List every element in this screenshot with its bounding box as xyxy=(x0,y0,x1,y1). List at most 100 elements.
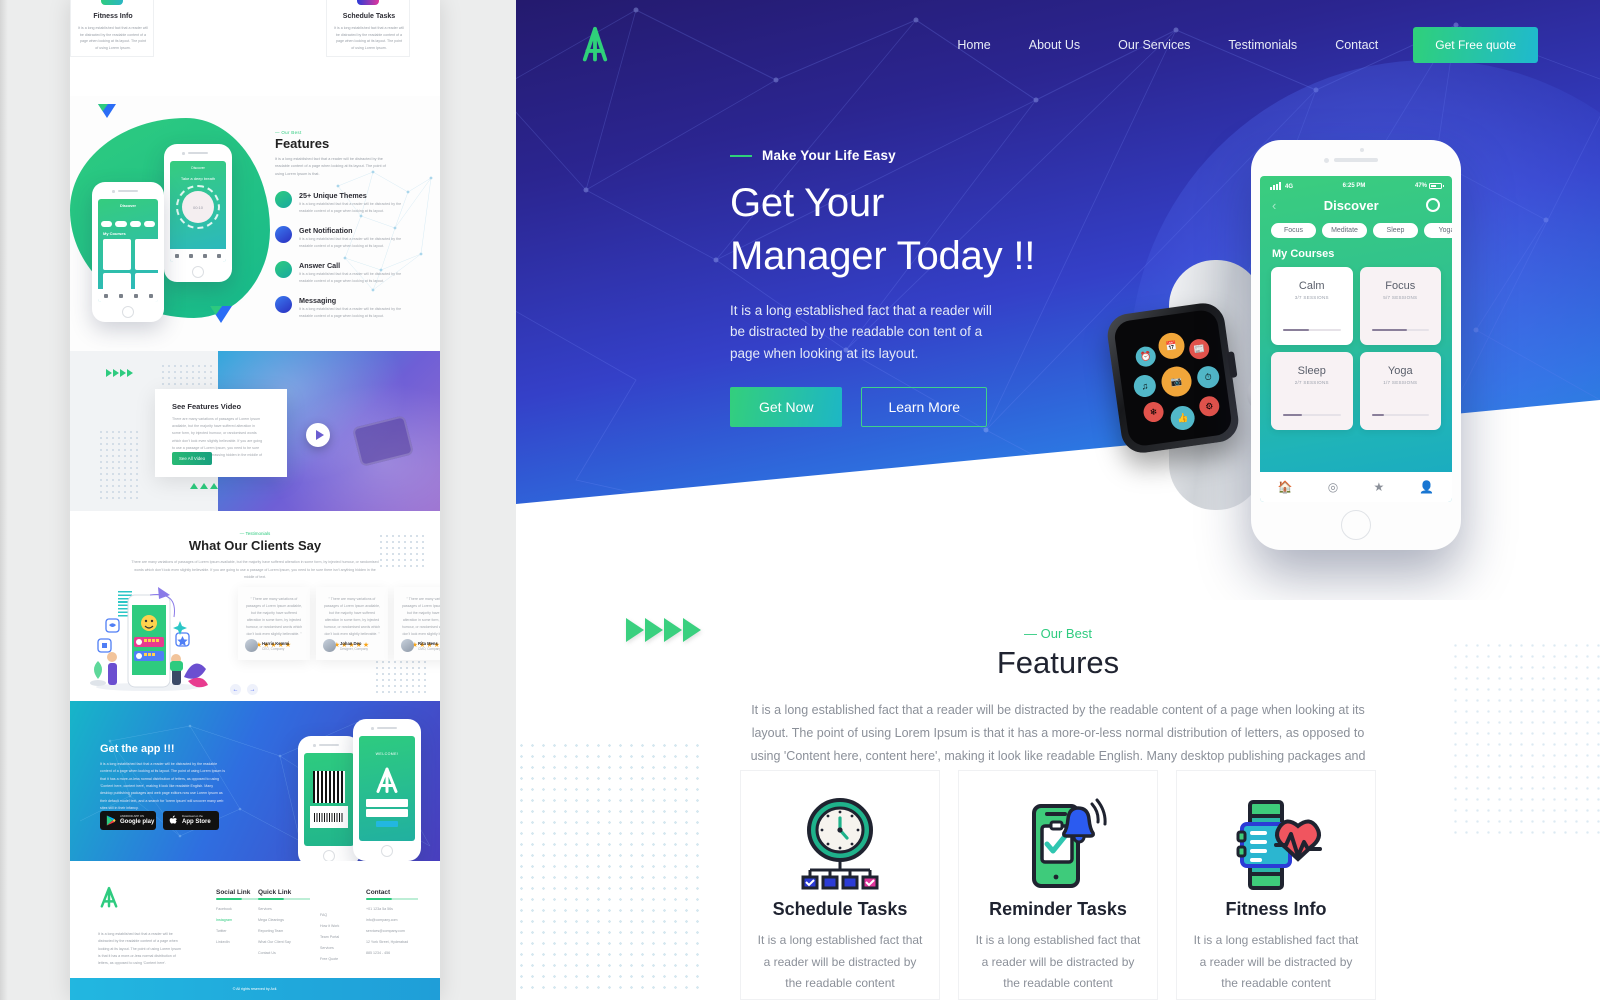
learn-more-button[interactable]: Learn More xyxy=(861,387,988,428)
testimonial-carousel-nav: ← → xyxy=(230,684,258,695)
footer-link[interactable]: Free Quote xyxy=(320,957,339,961)
chip-yoga[interactable]: Yoga xyxy=(1424,222,1452,238)
feature-card-schedule[interactable]: Schedule Tasks It is a long established … xyxy=(740,770,940,1000)
chip-sleep[interactable]: Sleep xyxy=(1373,222,1418,238)
course-card-sleep[interactable]: Sleep 2/7 SESSIONS xyxy=(1271,351,1353,430)
back-icon[interactable]: ‹ xyxy=(1272,198,1276,213)
like-icon[interactable]: 👍 xyxy=(1169,404,1197,432)
testimonials-title: What Our Clients Say xyxy=(188,538,322,553)
timer-icon[interactable]: ⏱ xyxy=(1195,364,1221,390)
course-card-calm[interactable]: Calm 3/7 SESSIONS xyxy=(1271,266,1353,345)
news-icon[interactable]: 📰 xyxy=(1187,337,1211,361)
testimonial-quote: " There are many variations of passages … xyxy=(245,597,303,636)
screen-header: ‹ Discover xyxy=(1260,190,1452,213)
footer-link[interactable]: Reporting Team xyxy=(258,929,291,933)
apple-icon xyxy=(169,815,177,824)
hero-title-line2: Manager Today !! xyxy=(730,233,1036,278)
chip-meditate[interactable]: Meditate xyxy=(1322,222,1367,238)
author-name: Rita Mens xyxy=(418,640,438,646)
preview-feature-title: Answer Call xyxy=(299,261,341,270)
profile-icon[interactable]: 👤 xyxy=(1419,480,1434,494)
footer-link[interactable]: Contact Us xyxy=(258,951,291,955)
target-icon[interactable]: ◎ xyxy=(1328,480,1338,494)
hero-title-line1: Get Your xyxy=(730,181,885,225)
testimonial-card[interactable]: " There are many variations of passages … xyxy=(238,587,310,660)
arrow-right-icon[interactable]: → xyxy=(247,684,258,695)
course-card xyxy=(103,239,131,270)
nav-item-testimonials[interactable]: Testimonials xyxy=(1209,38,1316,52)
get-free-quote-button[interactable]: Get Free quote xyxy=(1413,27,1538,63)
clock-schedule-icon xyxy=(357,0,379,5)
sign-in-button[interactable] xyxy=(376,821,398,827)
settings-icon[interactable]: ⚙ xyxy=(1197,394,1221,418)
footer-link[interactable]: Mega Cleanings xyxy=(258,918,291,922)
testimonial-card[interactable]: " There are many variations of passages … xyxy=(394,587,440,660)
footer-link[interactable]: Services xyxy=(258,907,291,911)
avatar xyxy=(323,639,336,652)
calendar-icon[interactable]: 📅 xyxy=(1156,331,1187,361)
phone-bottom-nav xyxy=(170,249,226,262)
nav-item-services[interactable]: Our Services xyxy=(1099,38,1209,52)
triangle-decoration-icon xyxy=(98,104,116,118)
footer-logo-icon xyxy=(100,886,118,908)
title-underline xyxy=(366,897,392,900)
course-name: Calm xyxy=(1298,279,1325,292)
nav-item-contact[interactable]: Contact xyxy=(1316,38,1397,52)
preview-feature-title: Messaging xyxy=(299,296,337,305)
feature-card-fitness[interactable]: Fitness Info It is a long established fa… xyxy=(1176,770,1376,1000)
preview-features-paragraph: It is a long established fact that a rea… xyxy=(275,157,386,176)
footer-link[interactable]: FAQ xyxy=(320,913,339,917)
app-store-badge[interactable]: Download on the App Store xyxy=(163,811,219,830)
preview-features-section: Discover Take a deep breath 00:10 Discov… xyxy=(70,96,440,351)
footer-link[interactable]: Twitter xyxy=(216,929,250,933)
feature-card-text: It is a long established fact that a rea… xyxy=(975,933,1141,991)
footer-link[interactable]: How it Work xyxy=(320,924,339,928)
course-card-focus[interactable]: Focus 5/7 SESSIONS xyxy=(1359,266,1441,345)
preview-card[interactable]: Schedule Tasks It is a long established … xyxy=(326,0,410,57)
breath-text: Take a deep breath xyxy=(180,176,216,181)
photo-icon[interactable]: 📷 xyxy=(1159,364,1194,399)
avatar xyxy=(245,639,258,652)
template-preview-page[interactable]: Schedule Tasks It is a long established … xyxy=(70,0,440,1000)
title-underline xyxy=(258,897,284,900)
footer-link[interactable]: Services xyxy=(320,946,339,950)
footer-link[interactable]: Team Portal xyxy=(320,935,339,939)
footer-link[interactable]: Facebook xyxy=(216,907,250,911)
category-chips xyxy=(101,221,155,227)
password-field[interactable] xyxy=(366,809,408,817)
camera-icon xyxy=(1324,158,1329,163)
footer-link[interactable]: LinkedIn xyxy=(216,940,250,944)
page-stage: Schedule Tasks It is a long established … xyxy=(0,0,1600,1000)
home-button-icon[interactable] xyxy=(1341,510,1371,540)
call-icon xyxy=(275,261,292,278)
see-all-video-button[interactable]: See All Video xyxy=(172,452,213,465)
get-now-button[interactable]: Get Now xyxy=(730,387,843,428)
hero-eyebrow-text: Make Your Life Easy xyxy=(762,148,896,163)
play-button[interactable] xyxy=(306,423,330,447)
chip-focus[interactable]: Focus xyxy=(1271,222,1316,238)
nav-item-about[interactable]: About Us xyxy=(1010,38,1099,52)
footer-contact: 12 York Street, Hyderabad xyxy=(366,940,409,944)
record-icon[interactable] xyxy=(1426,198,1440,212)
site-logo[interactable] xyxy=(578,25,612,65)
home-icon[interactable]: 🏠 xyxy=(1278,480,1293,494)
email-field[interactable] xyxy=(366,799,408,807)
hero-section: Home About Us Our Services Testimonials … xyxy=(516,0,1600,600)
footer-link[interactable]: Instagram xyxy=(216,918,250,922)
triangle-decoration-icon xyxy=(210,306,232,323)
nav-item-home[interactable]: Home xyxy=(938,38,1009,52)
preview-card[interactable]: Fitness Info It is a long established fa… xyxy=(70,0,154,57)
battery-indicator: 47% xyxy=(1415,182,1444,189)
feature-card-reminder[interactable]: Reminder Tasks It is a long established … xyxy=(958,770,1158,1000)
phone-bottom-nav xyxy=(98,289,158,302)
camera-icon xyxy=(182,152,185,155)
course-card-yoga[interactable]: Yoga 1/7 SESSIONS xyxy=(1359,351,1441,430)
arrow-left-icon[interactable]: ← xyxy=(230,684,241,695)
my-courses-label: My Courses xyxy=(103,231,126,236)
footer-link[interactable]: What Our Client Say xyxy=(258,940,291,944)
get-app-text: It is a long established fact that a rea… xyxy=(100,762,225,811)
testimonial-author: Rita Mens CMO, Company xyxy=(401,639,440,652)
testimonial-card[interactable]: " There are many variations of passages … xyxy=(316,587,388,660)
star-icon[interactable]: ★ xyxy=(1373,480,1384,494)
google-play-badge[interactable]: ANDROID APP ON Google play xyxy=(100,811,156,830)
